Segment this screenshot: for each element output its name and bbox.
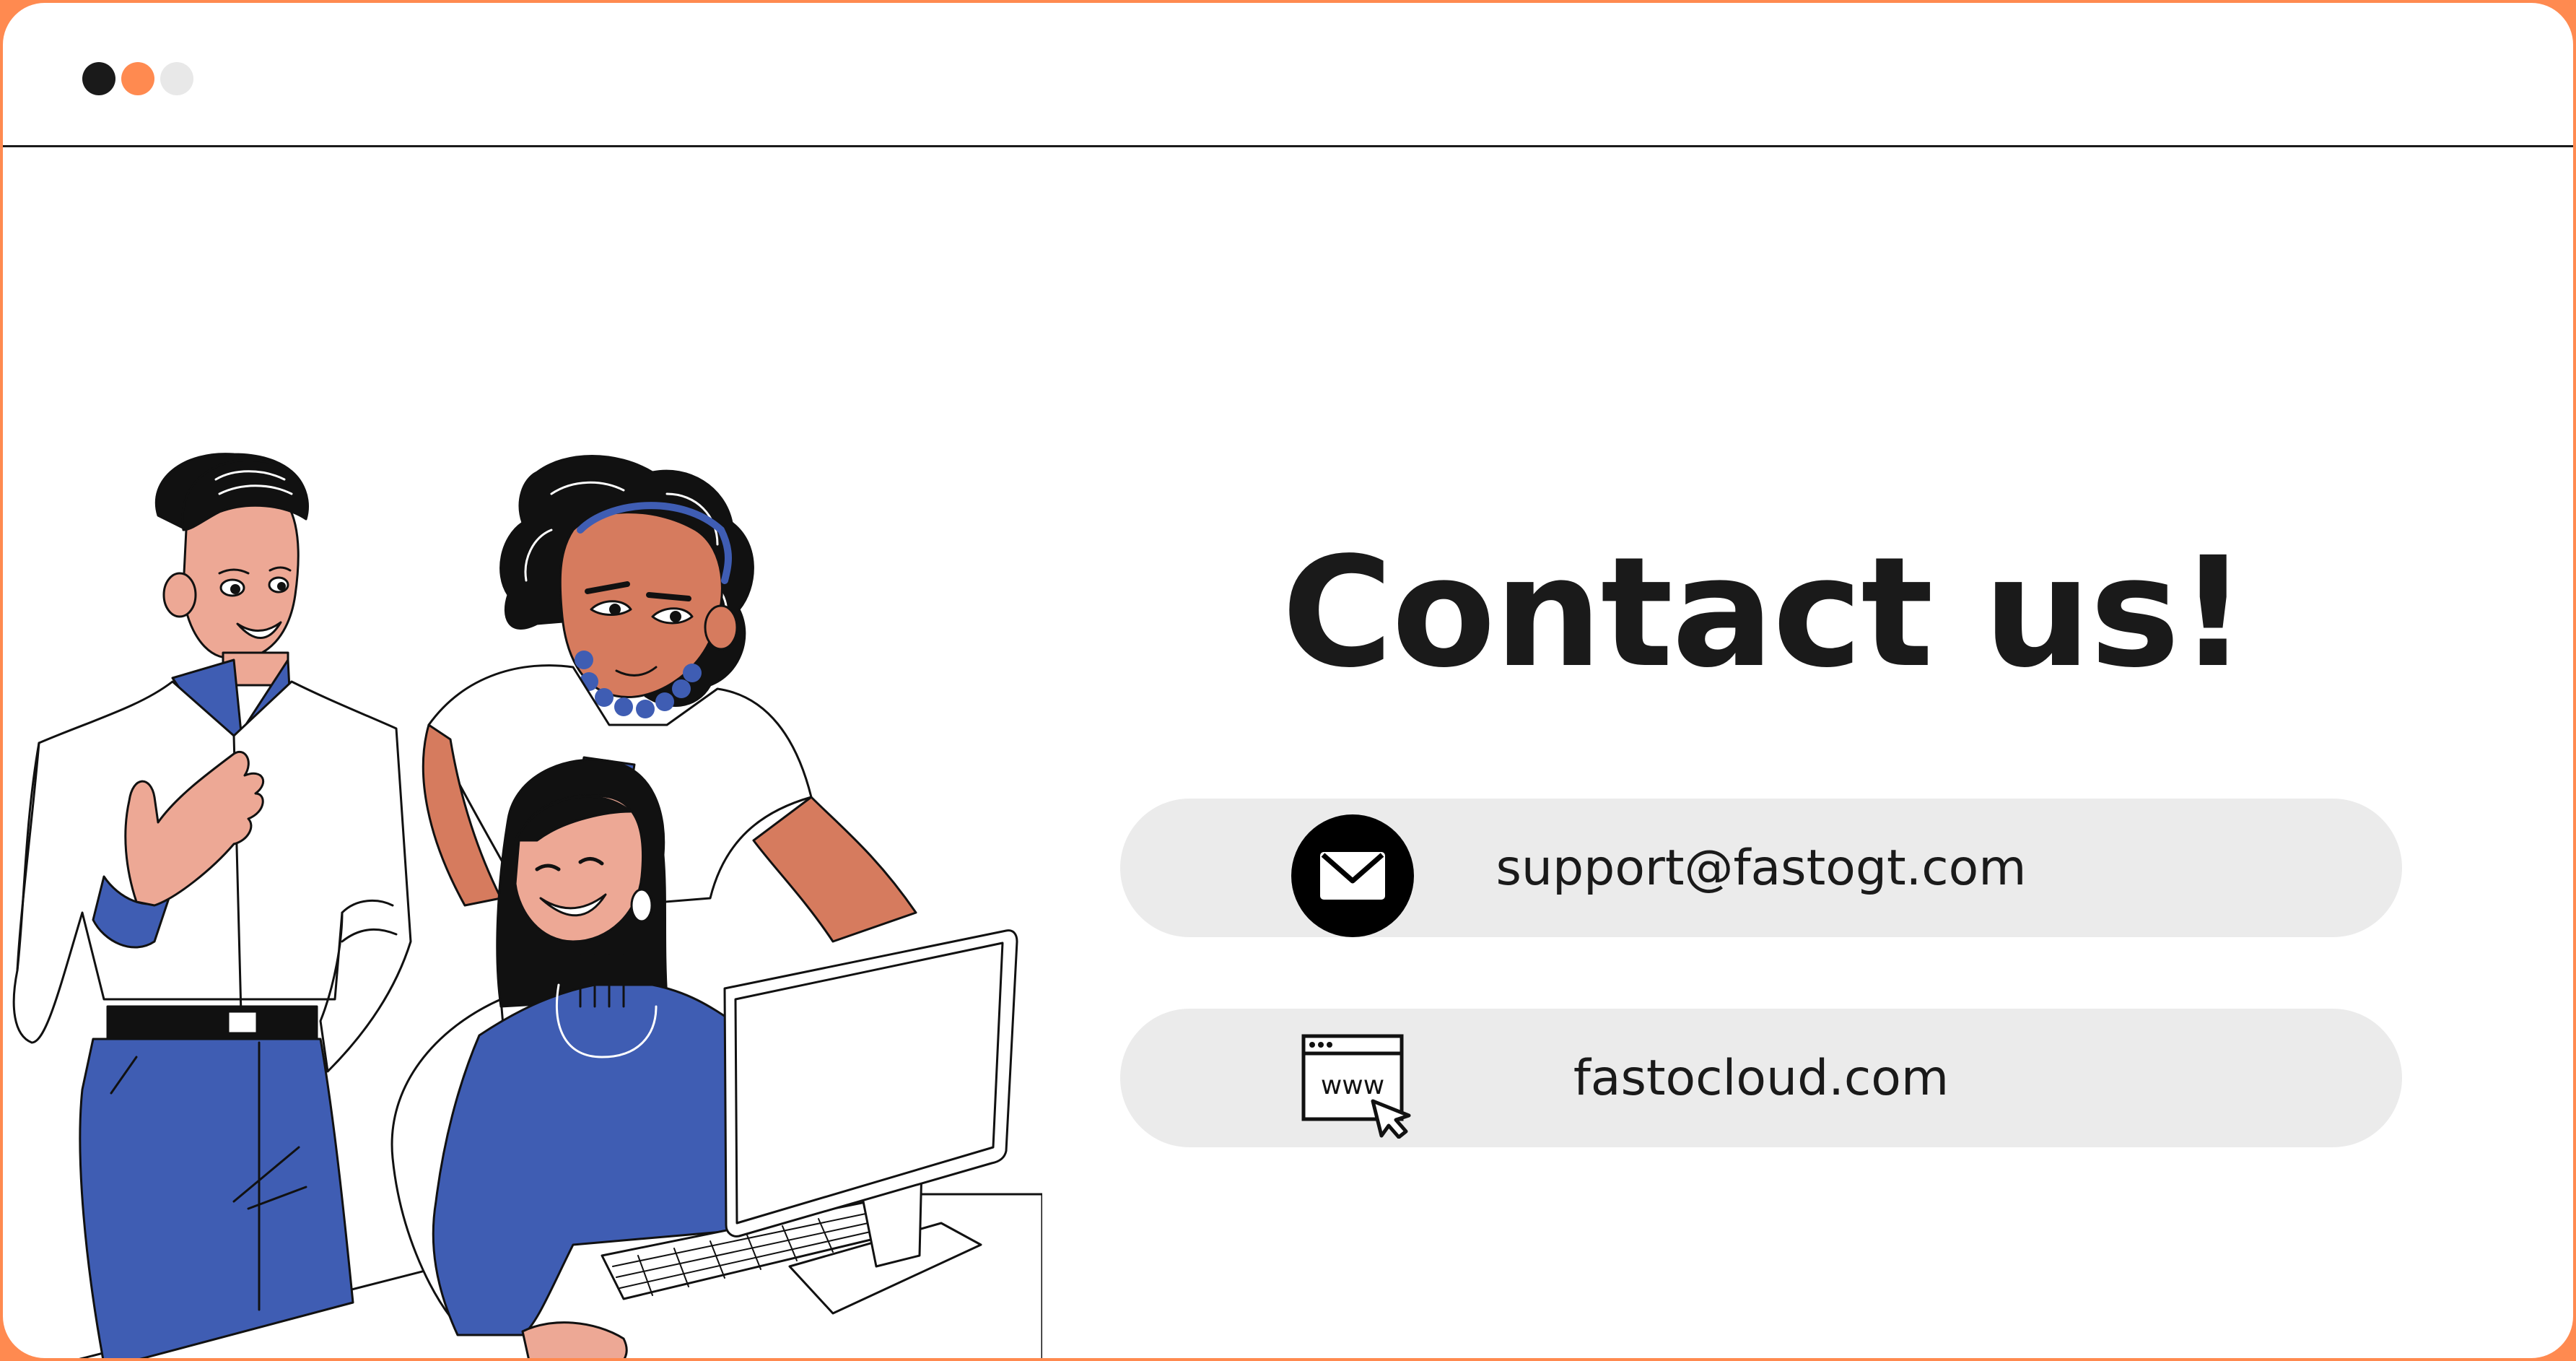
window: Contact us! support@fastogt.com www fast…: [3, 3, 2573, 1358]
email-link[interactable]: support@fastogt.com: [1120, 799, 2402, 937]
window-control-minimize[interactable]: [121, 62, 154, 95]
website-link[interactable]: fastocloud.com: [1120, 1009, 2402, 1147]
title-bar: [3, 3, 2573, 147]
window-control-close[interactable]: [82, 62, 115, 95]
email-contact-pill[interactable]: support@fastogt.com: [1120, 799, 2402, 937]
window-control-maximize[interactable]: [160, 62, 193, 95]
page-title: Contact us!: [1281, 524, 2248, 701]
website-contact-pill[interactable]: www fastocloud.com: [1120, 1009, 2402, 1147]
team-at-computer-illustration: [12, 453, 1042, 1358]
